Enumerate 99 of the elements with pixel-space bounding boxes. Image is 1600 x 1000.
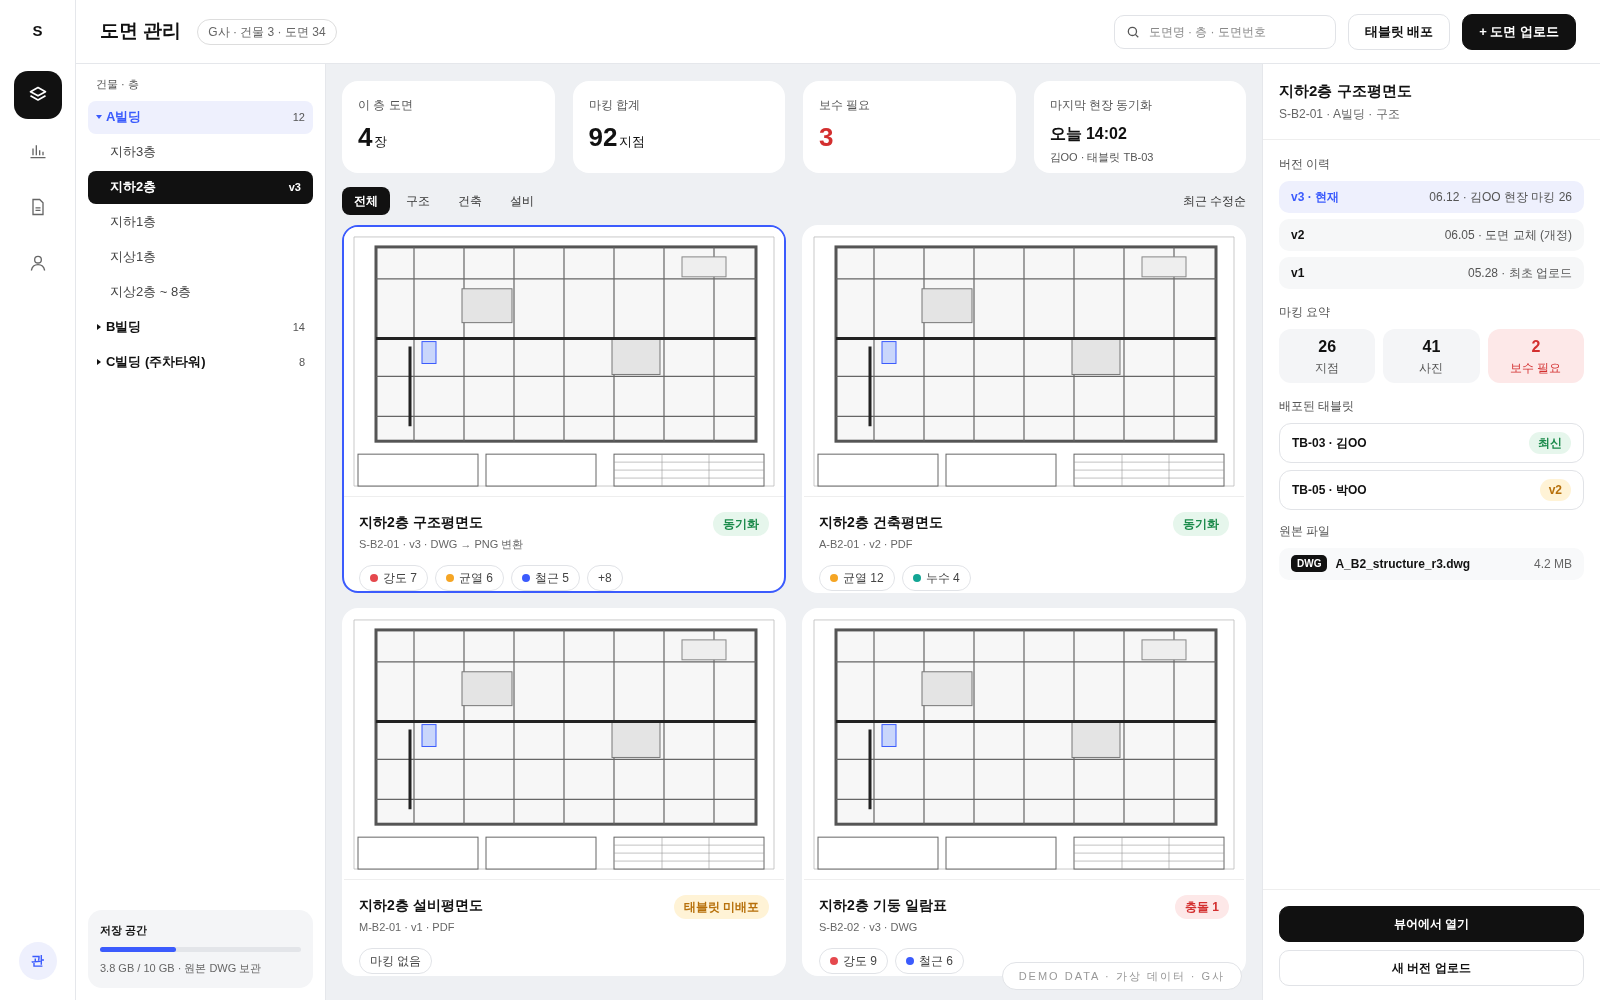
version-row[interactable]: v3 · 현재 06.12 · 김OO 현장 마킹 26 [1279,180,1584,213]
drawing-card[interactable]: 지하2층 구조평면도 S-B2-01 · v3 · DWG → PNG 변환 동기화 강도 7 균열 6 철근 5 +8 [342,225,786,593]
building-item[interactable]: C빌딩 (주차타워) 8 [88,345,313,379]
version-note: 05.28 · 최초 업로드 [1467,264,1572,282]
stat-label: 이 층 도면 [358,97,414,114]
building-item[interactable]: B빌딩 14 [88,310,313,344]
summary-label: 사진 [1419,359,1444,377]
search-field[interactable]: 도면명 · 층 · 도면번호 [1113,14,1336,49]
building-count: 12 [292,109,305,125]
building-count: 14 [292,319,305,335]
page-title: 도면 관리 [100,19,182,44]
demo-badge: DEMO DATA · 가상 데이터 · G사 [1001,962,1242,990]
floor-name: 지상1층 [110,248,158,267]
upload-button[interactable]: + 도면 업로드 [1462,13,1576,50]
storage-title: 저장 공간 [100,923,149,938]
summary-label: 보수 필요 [1510,359,1562,377]
section-heading: 원본 파일 [1279,522,1332,540]
floor-item[interactable]: 지상2층 ~ 8층 [88,275,313,309]
logo: S [32,21,43,41]
stat-unit: 지점 [619,133,646,151]
stat-label: 마지막 현장 동기화 [1049,97,1154,114]
card-subtitle: S-B2-01 · v3 · DWG → PNG 변환 [359,537,525,552]
caret-right-icon [96,359,102,365]
deploy-button[interactable]: 태블릿 배포 [1347,13,1451,50]
file-name: A_B2_structure_r3.dwg [1335,555,1472,573]
filter-tab[interactable]: 설비 [498,187,546,215]
section-heading: 마킹 요약 [1279,303,1332,321]
upload-version-button[interactable]: 새 버전 업로드 [1279,950,1584,986]
stat-unit: 장 [374,133,388,151]
floor-item[interactable]: 지하1층 [88,205,313,239]
status-badge: 충돌 1 [1175,895,1229,919]
caret-right-icon [96,324,102,330]
version-label: v3 [288,179,301,195]
filter-tab[interactable]: 전체 [342,187,390,215]
section-heading: 버전 이력 [1279,155,1332,173]
version-label: v1 [1291,264,1306,282]
stat-value: 3 [819,121,834,154]
version-note: 06.12 · 김OO 현장 마킹 26 [1429,188,1572,206]
building-name: B빌딩 [106,318,143,337]
open-viewer-button[interactable]: 뷰어에서 열기 [1279,906,1584,942]
search-icon [1125,24,1140,39]
stat-value: 오늘 14:02 [1049,124,1127,144]
section-heading: 배포된 태블릿 [1279,397,1356,415]
version-label: v3 · 현재 [1291,188,1340,206]
tablet-label: TB-05 · 박OO [1292,481,1368,499]
floor-item[interactable]: 지상1층 [88,240,313,274]
stat-label: 보수 필요 [819,97,872,114]
status-badge: 태블릿 미배포 [673,895,769,919]
card-subtitle: M-B2-01 · v1 · PDF [359,920,456,935]
stat-value: 4 [358,121,373,154]
card-title: 지하2층 기둥 일람표 [819,896,948,915]
drawing-card[interactable]: 지하2층 건축평면도 A-B2-01 · v2 · PDF 동기화 균열 12 누수 4 [802,225,1246,593]
floor-name: 지상2층 ~ 8층 [110,283,193,302]
building-count: 8 [298,354,305,370]
floor-item[interactable]: 지하2층 v3 [88,170,313,204]
floor-name: 지하2층 [110,178,158,197]
status-badge: 동기화 [1173,512,1229,536]
stat-label: 마킹 합계 [588,97,641,114]
detail-title: 지하2층 구조평면도 [1279,81,1413,101]
drawing-card[interactable]: 지하2층 설비평면도 M-B2-01 · v1 · PDF 태블릿 미배포 마킹 없음 [342,608,786,976]
card-title: 지하2층 구조평면도 [359,513,484,532]
version-row[interactable]: v1 05.28 · 최초 업로드 [1279,256,1584,289]
nav-button[interactable] [13,70,62,119]
file-size: 4.2 MB [1534,555,1572,573]
floor-item[interactable]: 지하3층 [88,135,313,169]
file-row[interactable]: DWG A_B2_structure_r3.dwg 4.2 MB [1279,547,1584,580]
building-name: C빌딩 (주차타워) [106,353,207,372]
filter-tab[interactable]: 구조 [394,187,442,215]
caret-down-icon [96,114,102,120]
summary-value: 2 [1531,336,1541,357]
card-title: 지하2층 설비평면도 [359,896,484,915]
avatar[interactable]: 관 [18,942,57,980]
floor-name: 지하3층 [110,143,158,162]
version-label: v2 [1291,226,1306,244]
tablet-badge: 최신 [1529,431,1571,454]
building-item[interactable]: A빌딩 12 [88,100,313,134]
tablet-label: TB-03 · 김OO [1292,434,1368,452]
tablet-row[interactable]: TB-03 · 김OO 최신 [1279,422,1584,463]
sort-button[interactable]: 최근 수정순 [1182,192,1246,210]
building-name: A빌딩 [106,108,143,127]
version-row[interactable]: v2 06.05 · 도면 교체 (개정) [1279,218,1584,251]
tablet-badge: v2 [1539,478,1571,501]
stat-value: 92 [588,121,618,154]
status-badge: 동기화 [713,512,769,536]
card-subtitle: A-B2-01 · v2 · PDF [819,537,914,552]
detail-subtitle: S-B2-01 · A빌딩 · 구조 [1279,105,1401,123]
storage-caption: 3.8 GB / 10 GB · 원본 DWG 보관 [100,960,263,976]
summary-value: 26 [1318,336,1337,357]
stat-caption: 김OO · 태블릿 TB-03 [1049,150,1155,165]
summary-value: 41 [1422,336,1441,357]
tablet-row[interactable]: TB-05 · 박OO v2 [1279,469,1584,510]
card-title: 지하2층 건축평면도 [819,513,944,532]
filter-tab[interactable]: 건축 [446,187,494,215]
section-heading: 건물 · 층 [95,77,140,92]
floor-name: 지하1층 [110,213,158,232]
file-type-badge: DWG [1291,555,1328,572]
version-note: 06.05 · 도면 교체 (개정) [1444,226,1572,244]
summary-label: 지점 [1315,359,1340,377]
card-subtitle: S-B2-02 · v3 · DWG [819,920,919,935]
